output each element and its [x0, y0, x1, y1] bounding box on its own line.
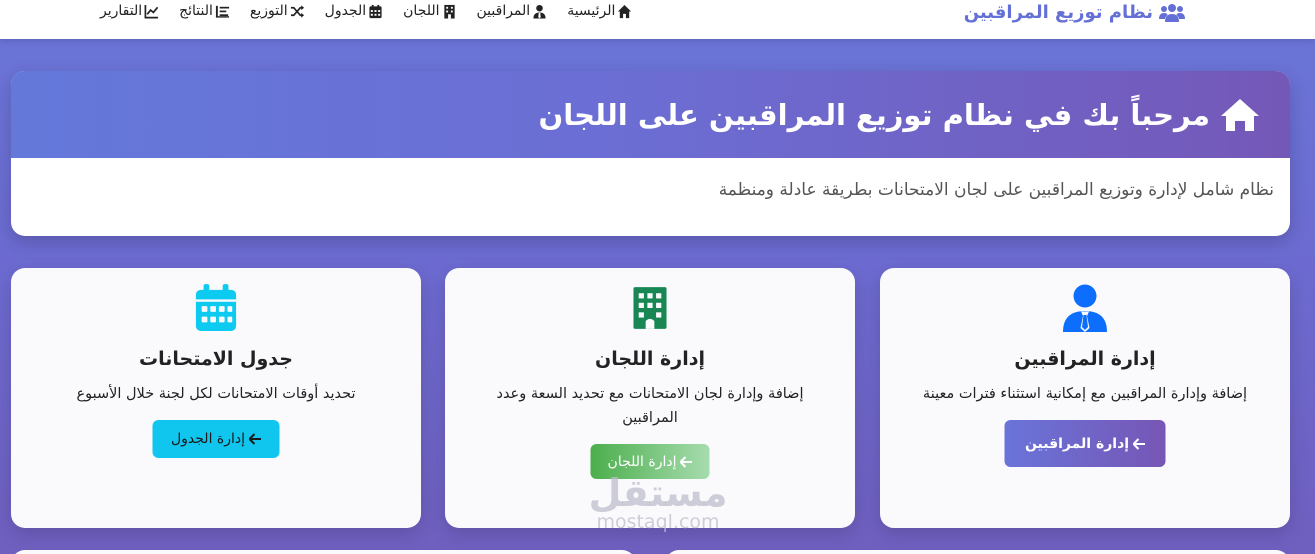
arrow-left-icon	[1132, 437, 1145, 450]
users-group-icon	[1159, 3, 1185, 22]
building-icon	[633, 287, 667, 329]
user-tie-icon	[1063, 284, 1107, 332]
nav-link-distribution[interactable]: التوزيع	[250, 3, 305, 19]
nav-link-reports[interactable]: التقارير	[100, 3, 159, 19]
brand[interactable]: نظام توزيع المراقبين	[964, 2, 1185, 23]
card-description: تحديد أوقات الامتحانات لكل لجنة خلال الأ…	[76, 386, 356, 402]
calendar-icon	[195, 284, 237, 331]
nav-link-home[interactable]: الرئيسية	[567, 3, 632, 19]
top-navbar: نظام توزيع المراقبين الرئيسية المراقبين …	[0, 0, 1315, 39]
manage-observers-button[interactable]: إدارة المراقبين	[1004, 420, 1166, 467]
next-row-card	[11, 550, 636, 554]
brand-name: نظام توزيع المراقبين	[963, 2, 1153, 23]
nav-links: الرئيسية المراقبين اللجان الجدول التوزيع…	[100, 3, 632, 19]
card-committees: إدارة اللجان إضافة وإدارة لجان الامتحانا…	[445, 268, 855, 528]
card-title: إدارة المراقبين	[1014, 348, 1156, 370]
page-title: مرحباً بك في نظام توزيع المراقبين على ال…	[538, 97, 1210, 132]
manage-schedule-button[interactable]: إدارة الجدول	[152, 420, 280, 458]
shuffle-icon	[290, 4, 304, 18]
nav-link-committees[interactable]: اللجان	[403, 3, 456, 19]
welcome-subtitle: نظام شامل لإدارة وتوزيع المراقبين على لج…	[718, 180, 1274, 200]
next-row-card	[665, 550, 1290, 554]
building-icon	[443, 4, 455, 19]
chart-line-icon	[144, 4, 159, 18]
card-observers: إدارة المراقبين إضافة وإدارة المراقبين م…	[880, 268, 1290, 528]
list-icon	[215, 5, 229, 18]
arrow-left-icon	[248, 433, 261, 445]
user-tie-icon	[533, 4, 546, 19]
card-title: إدارة اللجان	[595, 348, 705, 370]
home-icon	[618, 4, 632, 18]
nav-link-observers[interactable]: المراقبين	[477, 3, 548, 19]
welcome-card: مرحباً بك في نظام توزيع المراقبين على ال…	[11, 71, 1290, 236]
manage-committees-button[interactable]: إدارة اللجان	[590, 444, 710, 479]
nav-link-results[interactable]: النتائج	[179, 3, 230, 19]
card-schedule: جدول الامتحانات تحديد أوقات الامتحانات ل…	[11, 268, 421, 528]
arrow-left-icon	[679, 455, 692, 468]
calendar-icon	[369, 4, 382, 18]
home-icon	[1221, 98, 1259, 131]
card-description: إضافة وإدارة المراقبين مع إمكانية استثنا…	[922, 386, 1248, 402]
welcome-header: مرحباً بك في نظام توزيع المراقبين على ال…	[11, 71, 1290, 158]
card-description: إضافة وإدارة لجان الامتحانات مع تحديد ال…	[496, 386, 804, 426]
nav-link-schedule[interactable]: الجدول	[325, 3, 383, 19]
card-title: جدول الامتحانات	[139, 348, 293, 370]
